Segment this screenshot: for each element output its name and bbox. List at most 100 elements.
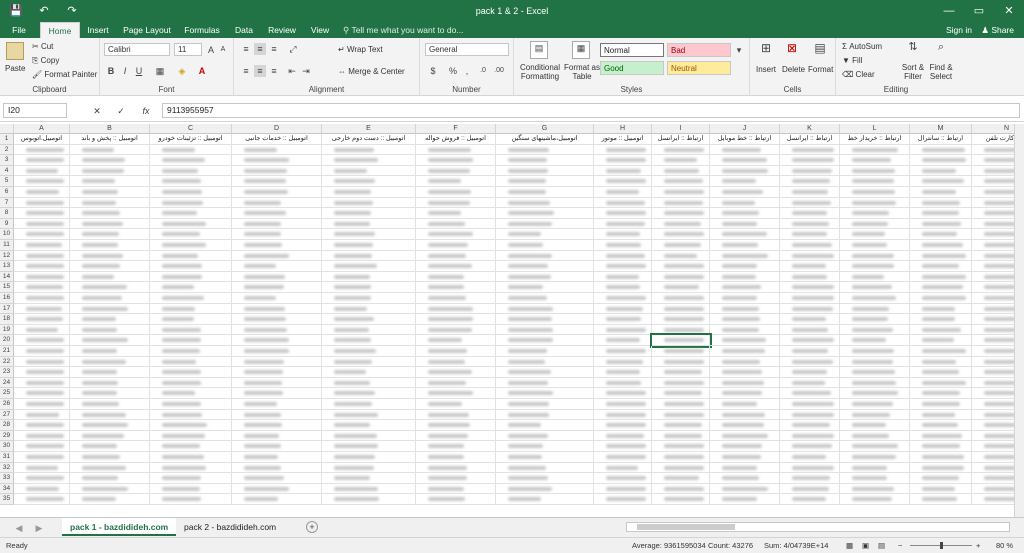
zoom-level[interactable]: 80 %: [996, 538, 1013, 553]
table-cell[interactable]: [322, 282, 416, 293]
column-title-cell[interactable]: اتومبیل :: دست دوم خارجی: [322, 134, 416, 145]
table-cell[interactable]: [652, 356, 710, 368]
table-cell[interactable]: [652, 388, 710, 399]
table-cell[interactable]: [322, 441, 416, 452]
table-cell[interactable]: [496, 240, 594, 251]
table-cell[interactable]: [652, 441, 710, 452]
row-header[interactable]: 18: [0, 314, 14, 325]
row-header[interactable]: 34: [0, 483, 14, 495]
orientation-icon[interactable]: ⤢: [286, 43, 300, 55]
format-button[interactable]: Format: [808, 65, 833, 74]
table-cell[interactable]: [594, 388, 652, 399]
restore-button[interactable]: ▭: [964, 0, 994, 22]
table-cell[interactable]: [14, 282, 70, 293]
table-cell[interactable]: [416, 420, 496, 431]
table-cell[interactable]: [14, 176, 70, 187]
table-cell[interactable]: [710, 324, 780, 336]
table-cell[interactable]: [150, 346, 232, 357]
tab-home[interactable]: Home: [40, 22, 80, 38]
tab-review[interactable]: Review: [264, 22, 300, 38]
table-cell[interactable]: [652, 473, 710, 484]
table-cell[interactable]: [496, 420, 594, 431]
align-middle-icon[interactable]: ≡: [254, 43, 266, 55]
table-cell[interactable]: [14, 494, 70, 505]
column-title-cell[interactable]: اتومبیل.اتوبوس: [14, 134, 70, 145]
table-cell[interactable]: [416, 144, 496, 156]
paste-icon[interactable]: [6, 42, 24, 60]
column-header[interactable]: B: [70, 124, 150, 134]
table-cell[interactable]: [150, 452, 232, 463]
table-cell[interactable]: [780, 208, 840, 219]
table-cell[interactable]: [70, 208, 150, 219]
table-cell[interactable]: [710, 187, 780, 198]
table-cell[interactable]: [910, 303, 972, 315]
table-cell[interactable]: [150, 271, 232, 283]
table-cell[interactable]: [232, 430, 322, 442]
table-cell[interactable]: [14, 314, 70, 325]
cancel-icon[interactable]: ✕: [92, 105, 102, 117]
table-cell[interactable]: [496, 377, 594, 389]
tab-data[interactable]: Data: [230, 22, 258, 38]
table-cell[interactable]: [652, 314, 710, 325]
row-header[interactable]: 30: [0, 441, 14, 452]
table-cell[interactable]: [840, 250, 910, 262]
zoom-in-icon[interactable]: +: [976, 538, 980, 553]
table-cell[interactable]: [416, 441, 496, 452]
table-cell[interactable]: [322, 494, 416, 505]
table-cell[interactable]: [150, 473, 232, 484]
align-top-icon[interactable]: ≡: [240, 43, 252, 55]
column-header[interactable]: E: [322, 124, 416, 134]
row-header[interactable]: 23: [0, 367, 14, 378]
table-cell[interactable]: [150, 165, 232, 177]
column-header[interactable]: M: [910, 124, 972, 134]
table-cell[interactable]: [840, 346, 910, 357]
table-cell[interactable]: [14, 367, 70, 378]
table-cell[interactable]: [232, 314, 322, 325]
table-cell[interactable]: [594, 494, 652, 505]
table-cell[interactable]: [150, 282, 232, 293]
table-cell[interactable]: [232, 293, 322, 304]
table-cell[interactable]: [652, 346, 710, 357]
table-cell[interactable]: [780, 197, 840, 209]
table-cell[interactable]: [322, 187, 416, 198]
row-header[interactable]: 19: [0, 324, 14, 336]
table-cell[interactable]: [652, 229, 710, 240]
table-cell[interactable]: [594, 229, 652, 240]
table-cell[interactable]: [496, 218, 594, 230]
table-cell[interactable]: [710, 250, 780, 262]
table-cell[interactable]: [322, 399, 416, 410]
table-cell[interactable]: [496, 452, 594, 463]
row-header[interactable]: 5: [0, 176, 14, 187]
table-cell[interactable]: [496, 144, 594, 156]
row-header[interactable]: 25: [0, 388, 14, 399]
table-cell[interactable]: [710, 229, 780, 240]
table-cell[interactable]: [232, 282, 322, 293]
row-header[interactable]: 4: [0, 165, 14, 177]
row-header[interactable]: 24: [0, 377, 14, 389]
indent-decrease-icon[interactable]: ⇤: [286, 65, 298, 77]
table-cell[interactable]: [780, 494, 840, 505]
table-cell[interactable]: [840, 218, 910, 230]
table-cell[interactable]: [496, 473, 594, 484]
row-header[interactable]: 1: [0, 134, 14, 145]
name-box[interactable]: I20: [3, 103, 67, 118]
tab-insert[interactable]: Insert: [84, 22, 112, 38]
find-icon[interactable]: ⌕: [934, 41, 948, 53]
table-cell[interactable]: [14, 208, 70, 219]
table-cell[interactable]: [14, 250, 70, 262]
table-cell[interactable]: [322, 144, 416, 156]
table-cell[interactable]: [840, 261, 910, 272]
table-cell[interactable]: [322, 271, 416, 283]
table-cell[interactable]: [322, 261, 416, 272]
table-cell[interactable]: [496, 197, 594, 209]
table-cell[interactable]: [652, 218, 710, 230]
table-cell[interactable]: [780, 271, 840, 283]
table-cell[interactable]: [232, 303, 322, 315]
table-cell[interactable]: [594, 420, 652, 431]
row-header[interactable]: 8: [0, 208, 14, 219]
table-cell[interactable]: [710, 346, 780, 357]
table-cell[interactable]: [416, 430, 496, 442]
zoom-out-icon[interactable]: −: [898, 538, 902, 553]
table-cell[interactable]: [416, 218, 496, 230]
table-cell[interactable]: [70, 377, 150, 389]
